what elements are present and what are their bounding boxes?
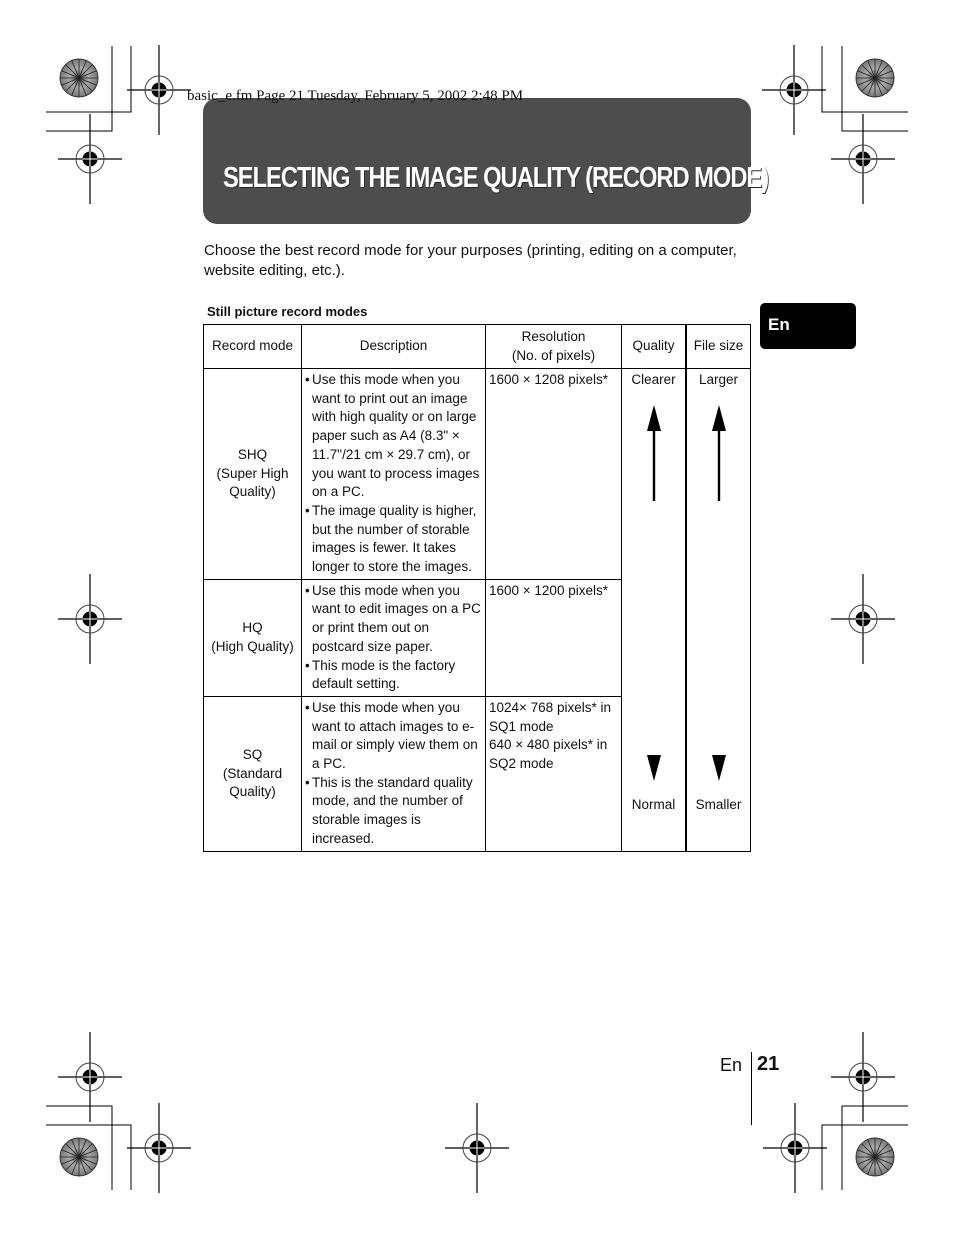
title-banner: SELECTING THE IMAGE QUALITY (RECORD MODE…: [203, 98, 769, 224]
language-tab: En: [760, 303, 856, 349]
page-number: 21: [757, 1053, 780, 1075]
description-bullet: • Use this mode when you want to edit ima…: [305, 582, 481, 657]
mode-fullname: (Super High: [216, 465, 289, 481]
quality-top-label: Clearer: [631, 372, 676, 387]
file-size-bottom-label: Smaller: [695, 797, 742, 813]
bullet-text: This is the standard quality mode, and t…: [312, 774, 473, 846]
arrow-down-head-icon: [646, 754, 661, 781]
record-modes-table: Record mode Description Resolution (No. …: [203, 324, 751, 852]
mode-fullname: Quality): [229, 484, 276, 500]
header-resolution-line1: Resolution: [521, 328, 586, 344]
description-bullet: • Use this mode when you want to attach i…: [305, 699, 481, 774]
bullet-text: This mode is the factory default setting…: [312, 657, 456, 692]
footer-divider: [751, 1052, 752, 1125]
description-bullet: • The image quality is higher, but the nu…: [305, 502, 481, 577]
resolution-value: 640 × 480 pixels* in SQ2 mode: [489, 737, 608, 772]
resolution-cell: 1024× 768 pixels* in SQ1 mode 640 × 480 …: [485, 695, 622, 852]
header-file-size: File size: [685, 324, 751, 369]
registration-mark-icon: [761, 44, 827, 136]
description-bullet: • Use this mode when you want to print ou…: [305, 371, 481, 502]
registration-mark-icon: [57, 573, 123, 665]
mode-cell: SHQ (Super High Quality): [203, 368, 302, 580]
page-title: SELECTING THE IMAGE QUALITY (RECORD MODE…: [223, 162, 769, 194]
description-bullet: • This mode is the factory default settin…: [305, 657, 481, 694]
table-row: SHQ (Super High Quality) • Use this mode …: [203, 368, 751, 852]
file-size-scale-cell: Larger Smaller: [685, 368, 751, 852]
mode-fullname: (Standard: [222, 765, 283, 781]
description-cell: • Use this mode when you want to print ou…: [301, 368, 486, 580]
arrow-up-head-icon: [711, 405, 726, 431]
color-target-icon: [59, 1137, 99, 1177]
quality-bottom-label: Normal: [631, 797, 676, 813]
file-size-top-label: Larger: [698, 372, 739, 387]
description-bullet: • This is the standard quality mode, and …: [305, 774, 481, 849]
resolution-cell: 1600 × 1208 pixels*: [485, 368, 622, 580]
quality-scale-cell: Clearer Normal: [621, 368, 687, 852]
color-target-icon: [855, 58, 895, 98]
resolution-value: 1600 × 1200 pixels*: [489, 582, 608, 598]
resolution-value: 1600 × 1208 pixels*: [489, 372, 608, 387]
registration-mark-icon: [830, 573, 896, 665]
description-cell: • Use this mode when you want to edit ima…: [301, 578, 486, 697]
mode-name: SQ: [242, 746, 263, 762]
arrow-up-head-icon: [646, 405, 661, 431]
table-caption: Still picture record modes: [207, 304, 368, 319]
bullet-text: Use this mode when you want to edit imag…: [312, 582, 481, 654]
language-tab-label: En: [768, 315, 790, 334]
registration-mark-icon: [126, 1102, 192, 1194]
file-header: basic_e.fm Page 21 Tuesday, February 5, …: [187, 88, 524, 104]
registration-mark-icon: [830, 113, 896, 205]
bullet-text: The image quality is higher, but the num…: [312, 502, 477, 575]
registration-mark-icon: [126, 44, 192, 136]
resolution-cell: 1600 × 1200 pixels*: [485, 578, 622, 697]
mode-cell: SQ (Standard Quality): [203, 695, 302, 852]
registration-mark-icon: [444, 1102, 510, 1194]
mode-name: HQ: [242, 620, 263, 636]
intro-paragraph: Choose the best record mode for your pur…: [204, 242, 737, 279]
mode-cell: HQ (High Quality): [203, 578, 302, 697]
registration-mark-icon: [762, 1102, 828, 1194]
mode-fullname: (High Quality): [211, 638, 294, 654]
mode-name: SHQ: [237, 446, 268, 462]
header-record-mode: Record mode: [203, 324, 302, 369]
bullet-text: Use this mode when you want to print out…: [312, 372, 480, 500]
resolution-value: 1024× 768 pixels* in SQ1 mode: [489, 699, 611, 734]
header-description: Description: [301, 324, 486, 369]
bullet-text: Use this mode when you want to attach im…: [312, 699, 478, 772]
header-quality: Quality: [621, 324, 687, 369]
footer-language: En: [720, 1055, 743, 1075]
header-resolution-line2: (No. of pixels): [511, 347, 596, 363]
registration-mark-icon: [830, 1031, 896, 1123]
color-target-icon: [59, 58, 99, 98]
description-cell: • Use this mode when you want to attach i…: [301, 695, 486, 852]
mode-fullname: Quality): [229, 784, 276, 800]
table-header-row: Record mode Description Resolution (No. …: [203, 324, 751, 369]
color-target-icon: [855, 1137, 895, 1177]
arrow-down-head-icon: [711, 754, 726, 781]
header-resolution: Resolution (No. of pixels): [485, 324, 622, 369]
